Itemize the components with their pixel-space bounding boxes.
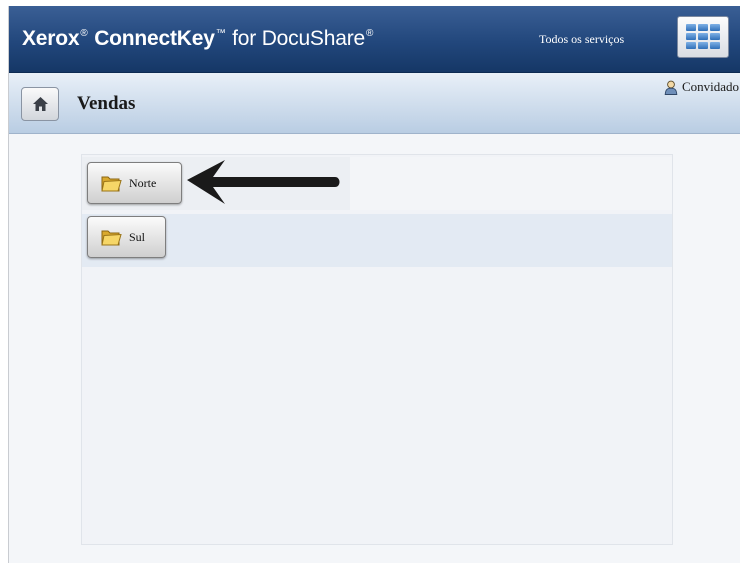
home-button[interactable] — [21, 87, 59, 121]
folder-label: Norte — [129, 175, 157, 190]
all-services-button[interactable] — [677, 16, 729, 58]
arrow-left-icon — [187, 160, 340, 204]
user-icon — [664, 80, 678, 95]
brand-docushare: for DocuShare — [232, 27, 365, 50]
folder-label: Sul — [129, 229, 146, 244]
app-window: Xerox® ConnectKey™ for DocuShare® Todos … — [8, 6, 740, 563]
folder-icon — [101, 176, 122, 192]
brand-xerox: Xerox — [22, 27, 80, 50]
registered-mark-2: ® — [365, 28, 374, 39]
user-name: Convidado — [681, 79, 739, 94]
user-menu[interactable]: Convidado — [664, 79, 739, 95]
all-services-link[interactable]: Todos os serviços — [539, 32, 624, 47]
registered-mark: ® — [80, 28, 88, 39]
grid-icon — [686, 24, 720, 50]
folder-list: Norte Sul — [81, 154, 673, 545]
folder-button-norte[interactable]: Norte — [87, 162, 182, 204]
folder-button-sul[interactable]: Sul — [87, 216, 166, 258]
trademark-mark: ™ — [215, 28, 226, 39]
home-icon — [33, 97, 48, 111]
list-item: Norte — [82, 157, 672, 210]
sub-header: Vendas Convidado — [9, 73, 740, 134]
top-bar: Xerox® ConnectKey™ for DocuShare® Todos … — [9, 6, 740, 73]
list-item: Sul — [82, 214, 672, 267]
folder-icon — [101, 230, 122, 246]
app-title: Xerox® ConnectKey™ for DocuShare® — [22, 27, 374, 51]
brand-connectkey: ConnectKey — [94, 27, 215, 50]
page-title: Vendas — [77, 93, 136, 114]
